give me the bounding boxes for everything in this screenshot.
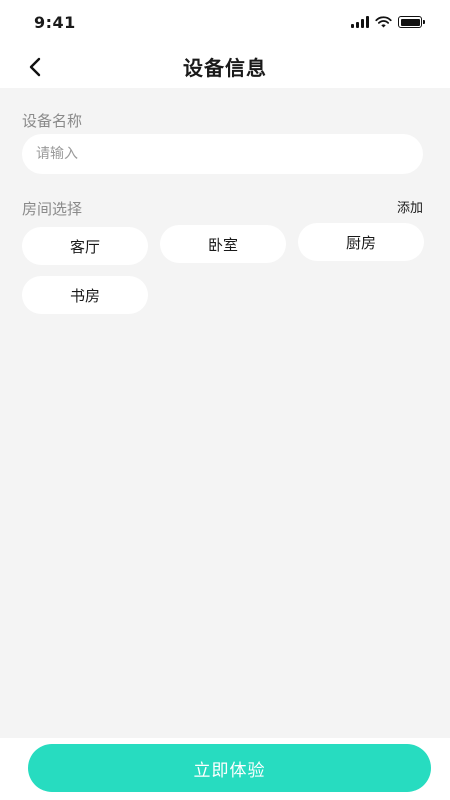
signal-icon bbox=[351, 16, 369, 28]
status-icons bbox=[351, 16, 425, 28]
room-chip-bedroom[interactable]: 卧室 bbox=[160, 225, 286, 263]
add-room-button[interactable]: 添加 bbox=[397, 197, 423, 216]
nav-bar: 设备信息 bbox=[0, 44, 450, 88]
page-title: 设备信息 bbox=[183, 55, 267, 80]
battery-icon bbox=[398, 16, 425, 28]
form-panel: 设备名称 房间选择 添加 客厅 卧室 厨房 书房 bbox=[0, 88, 450, 738]
device-name-input[interactable] bbox=[22, 134, 423, 174]
status-bar: 9:41 bbox=[0, 0, 450, 44]
chevron-left-icon bbox=[29, 57, 41, 77]
start-experience-button[interactable]: 立即体验 bbox=[28, 744, 431, 792]
room-chip-study[interactable]: 书房 bbox=[22, 276, 148, 314]
back-button[interactable] bbox=[20, 52, 50, 82]
wifi-icon bbox=[375, 16, 392, 28]
footer: 立即体验 bbox=[0, 738, 450, 800]
room-chip-kitchen[interactable]: 厨房 bbox=[298, 223, 424, 261]
room-chip-living-room[interactable]: 客厅 bbox=[22, 227, 148, 265]
device-name-label: 设备名称 bbox=[22, 112, 83, 130]
room-select-label: 房间选择 bbox=[22, 200, 83, 218]
status-time: 9:41 bbox=[34, 12, 76, 32]
